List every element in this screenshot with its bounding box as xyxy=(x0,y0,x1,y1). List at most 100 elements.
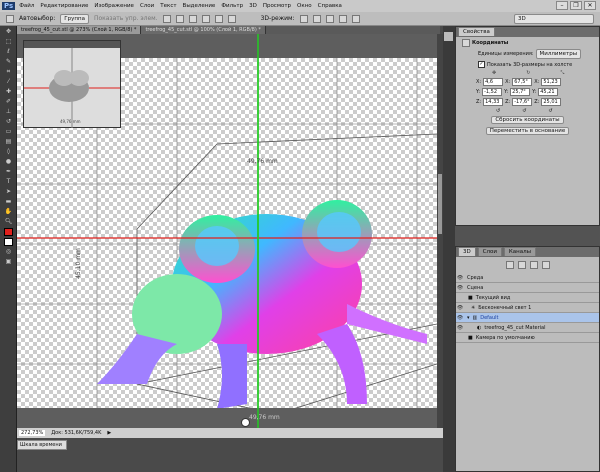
scene-item-infinite-light[interactable]: 👁︎ ✳ Бесконечный свет 1 xyxy=(456,303,599,313)
scale-y-field[interactable]: 45,21 xyxy=(538,88,559,96)
quick-select-tool-icon[interactable]: ✎ xyxy=(4,58,13,66)
position-z-field[interactable]: 14,33 xyxy=(483,98,504,106)
ground-plane-icon[interactable] xyxy=(241,418,250,427)
slide-3d-icon[interactable] xyxy=(338,14,347,23)
visibility-eye-icon[interactable]: 👁︎ xyxy=(456,325,464,331)
scene-item-environment[interactable]: 👁︎ Среда xyxy=(456,273,599,283)
workspace-dropdown[interactable]: 3D xyxy=(514,13,594,24)
reset-coordinates-button[interactable]: Сбросить координаты xyxy=(491,116,564,124)
blur-tool-icon[interactable]: ◊ xyxy=(4,148,13,156)
document-canvas[interactable]: 49,76 mm 45,10 mm 49,76 mm 49,76 mm xyxy=(17,34,437,428)
rotate-3d-icon[interactable] xyxy=(299,14,308,23)
document-size[interactable]: Док: 531,6K/759,4K xyxy=(51,430,101,436)
menu-view[interactable]: Просмотр xyxy=(263,3,291,9)
hand-tool-icon[interactable]: ✋ xyxy=(4,208,13,216)
path-select-icon[interactable]: ➤ xyxy=(4,188,13,196)
tab-document-273[interactable]: treefrog_45_cut.stl @ 273% (Слой 1, RGB/… xyxy=(17,26,142,34)
coordinates-icon[interactable] xyxy=(462,39,470,47)
visibility-eye-icon[interactable]: 👁︎ xyxy=(456,315,464,321)
menu-filter[interactable]: Фильтр xyxy=(221,3,243,9)
scene-item-default-mesh[interactable]: 👁︎ ▾ ▥ Default xyxy=(456,313,599,323)
foreground-color-swatch[interactable] xyxy=(4,228,13,236)
distribute-icon[interactable] xyxy=(227,14,236,23)
scene-item-material[interactable]: 👁︎ ◐ treefrog_45_cut Material xyxy=(456,323,599,333)
filter-meshes-icon[interactable] xyxy=(517,261,526,269)
filter-lights-icon[interactable] xyxy=(541,261,550,269)
gradient-tool-icon[interactable]: ▤ xyxy=(4,138,13,146)
tab-3d[interactable]: 3D xyxy=(458,247,476,256)
menu-window[interactable]: Окно xyxy=(297,3,312,9)
scale-3d-icon[interactable] xyxy=(351,14,360,23)
lasso-tool-icon[interactable]: ℓ xyxy=(4,48,13,56)
reset-rotation-icon[interactable]: ↺ xyxy=(522,108,526,114)
minimize-button[interactable]: – xyxy=(556,1,568,10)
rotation-z-field[interactable]: -17,6° xyxy=(512,98,533,106)
group-dropdown[interactable]: Группа xyxy=(60,13,89,24)
distribute-icon[interactable] xyxy=(201,14,210,23)
menu-3d[interactable]: 3D xyxy=(249,3,257,9)
filter-scene-icon[interactable] xyxy=(505,261,514,269)
position-x-field[interactable]: 4,6 xyxy=(483,78,504,86)
roll-3d-icon[interactable] xyxy=(312,14,321,23)
history-brush-icon[interactable]: ↺ xyxy=(4,118,13,126)
tab-document-100[interactable]: treefrog_45_cut.stl @ 100% (Слой 1, RGB/… xyxy=(141,26,266,34)
status-arrow-icon[interactable]: ▶ xyxy=(107,430,111,436)
rotation-y-field[interactable]: 25,7° xyxy=(510,88,531,96)
tab-properties[interactable]: Свойства xyxy=(458,27,495,36)
menu-select[interactable]: Выделение xyxy=(183,3,216,9)
quick-mask-icon[interactable]: ◎ xyxy=(4,248,13,256)
background-color-swatch[interactable] xyxy=(4,238,13,246)
scene-item-scene[interactable]: 👁︎ Сцена xyxy=(456,283,599,293)
pen-tool-icon[interactable]: ✒ xyxy=(4,168,13,176)
reset-scale-icon[interactable]: ↺ xyxy=(548,108,552,114)
menu-file[interactable]: Файл xyxy=(19,3,34,9)
timeline-tab[interactable]: Шкала времени xyxy=(17,440,67,450)
expand-arrow-icon[interactable]: ▾ xyxy=(467,315,470,321)
visibility-eye-icon[interactable]: 👁︎ xyxy=(456,275,464,281)
shape-tool-icon[interactable]: ▬ xyxy=(4,198,13,206)
eyedropper-tool-icon[interactable]: ⁄ xyxy=(4,78,13,86)
screen-mode-icon[interactable]: ▣ xyxy=(4,258,13,266)
show-controls-checkbox[interactable]: Показать упр. элем. xyxy=(94,15,158,22)
menu-layers[interactable]: Слои xyxy=(140,3,154,9)
reset-position-icon[interactable]: ↺ xyxy=(496,108,500,114)
rotation-x-field[interactable]: 67,5° xyxy=(512,78,533,86)
visibility-eye-icon[interactable]: 👁︎ xyxy=(456,285,464,291)
scroll-thumb[interactable] xyxy=(438,174,442,234)
healing-tool-icon[interactable]: ✚ xyxy=(4,88,13,96)
tab-layers[interactable]: Слои xyxy=(477,247,502,256)
menu-edit[interactable]: Редактирование xyxy=(40,3,88,9)
scale-z-field[interactable]: 25,01 xyxy=(541,98,562,106)
move-tool-icon[interactable]: ✥ xyxy=(4,28,13,36)
eraser-tool-icon[interactable]: ▭ xyxy=(4,128,13,136)
crop-tool-icon[interactable]: ⌗ xyxy=(4,68,13,76)
history-panel-icon[interactable] xyxy=(444,32,453,41)
scale-x-field[interactable]: 51,23 xyxy=(541,78,562,86)
zoom-level[interactable]: 272,73% xyxy=(19,430,46,436)
distribute-icon[interactable] xyxy=(214,14,223,23)
move-tool-icon[interactable] xyxy=(6,14,14,23)
marquee-tool-icon[interactable]: ⬚ xyxy=(4,38,13,46)
filter-materials-icon[interactable] xyxy=(529,261,538,269)
menu-image[interactable]: Изображение xyxy=(94,3,134,9)
scene-item-current-view[interactable]: ■ Текущий вид xyxy=(456,293,599,303)
restore-button[interactable]: ❐ xyxy=(570,1,582,10)
dodge-tool-icon[interactable]: ● xyxy=(4,158,13,166)
secondary-view-header[interactable] xyxy=(24,41,120,48)
type-tool-icon[interactable]: T xyxy=(4,178,13,186)
menu-type[interactable]: Текст xyxy=(160,3,176,9)
brush-tool-icon[interactable]: ✐ xyxy=(4,98,13,106)
stamp-tool-icon[interactable]: ⊥ xyxy=(4,108,13,116)
position-y-field[interactable]: -1,52 xyxy=(482,88,503,96)
close-button[interactable]: ✕ xyxy=(584,1,596,10)
visibility-eye-icon[interactable]: 👁︎ xyxy=(456,305,464,311)
units-dropdown[interactable]: Миллиметры xyxy=(535,49,582,59)
menu-help[interactable]: Справка xyxy=(318,3,342,9)
tab-channels[interactable]: Каналы xyxy=(503,247,536,256)
autoselect-label[interactable]: Автовыбор: xyxy=(19,15,55,22)
show-3d-dimensions-checkbox[interactable]: ✓ xyxy=(478,61,485,68)
zoom-tool-icon[interactable]: 🔍︎ xyxy=(4,218,13,226)
align-icon[interactable] xyxy=(162,14,171,23)
move-to-ground-button[interactable]: Переместить в основание xyxy=(485,127,570,135)
drag-3d-icon[interactable] xyxy=(325,14,334,23)
